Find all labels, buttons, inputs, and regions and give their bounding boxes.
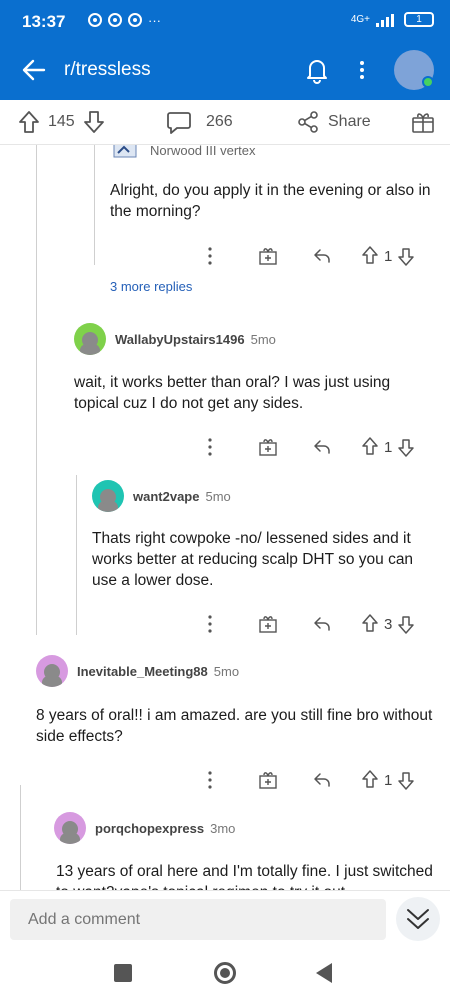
comment-bubble-icon	[167, 112, 191, 134]
upvote-icon[interactable]	[18, 110, 40, 134]
reply-icon[interactable]	[312, 613, 332, 635]
subreddit-title[interactable]: r/tressless	[64, 59, 151, 81]
flair-icon	[113, 145, 137, 158]
comment-header: want2vape 5mo	[92, 480, 231, 512]
comments-button[interactable]: 266	[166, 110, 233, 134]
thread-line	[36, 145, 37, 635]
thread-line	[20, 785, 21, 890]
award-icon[interactable]	[258, 245, 278, 267]
reply-icon[interactable]	[312, 769, 332, 791]
post-vote-group: 145	[18, 110, 105, 134]
comment-actions: 3	[200, 613, 416, 635]
vote-count: 1	[384, 771, 393, 789]
vote-count: 1	[384, 247, 393, 265]
thread-line	[76, 475, 77, 635]
user-avatar-icon[interactable]	[92, 480, 124, 512]
user-avatar[interactable]	[392, 46, 436, 90]
notification-icons: ···	[88, 13, 161, 28]
kebab-icon[interactable]	[200, 769, 220, 791]
post-upvote-count: 145	[48, 113, 75, 130]
collapse-thread-button[interactable]	[396, 897, 440, 941]
vote-count: 3	[384, 615, 393, 633]
share-button[interactable]: Share	[296, 110, 371, 134]
comment-body: 8 years of oral!! i am amazed. are you s…	[36, 707, 433, 745]
comment-age: 3mo	[210, 820, 236, 836]
reply-icon[interactable]	[312, 245, 332, 267]
reply-icon[interactable]	[312, 436, 332, 458]
more-replies-link[interactable]: 3 more replies	[110, 279, 192, 294]
user-avatar-icon[interactable]	[54, 812, 86, 844]
downvote-icon[interactable]	[83, 110, 105, 134]
system-nav-bar	[0, 946, 450, 1000]
comment-header: WallabyUpstairs1496 5mo	[74, 323, 276, 355]
comment-header: Inevitable_Meeting88 5mo	[36, 655, 239, 687]
user-avatar-icon[interactable]	[36, 655, 68, 687]
back-arrow-icon[interactable]	[18, 54, 50, 86]
status-time: 13:37	[22, 12, 66, 31]
comment-age: 5mo	[250, 331, 276, 347]
user-flair: Norwood III vertex	[150, 145, 256, 158]
downvote-icon[interactable]	[396, 245, 416, 267]
app-bar: r/tressless	[0, 44, 450, 100]
comment-actions: 1	[200, 245, 416, 267]
bell-icon[interactable]	[302, 54, 332, 86]
kebab-icon[interactable]	[200, 613, 220, 635]
upvote-icon[interactable]	[360, 613, 380, 635]
nav-back-icon[interactable]	[316, 963, 332, 983]
comment-username[interactable]: porqchopexpress	[95, 821, 204, 836]
award-icon[interactable]	[258, 436, 278, 458]
system-indicators: 4G+ 1	[351, 12, 434, 27]
signal-icon	[376, 13, 394, 27]
app-notification-icon	[108, 13, 122, 27]
app-notification-icon	[88, 13, 102, 27]
upvote-icon[interactable]	[360, 769, 380, 791]
comment-actions: 1	[200, 769, 416, 791]
kebab-icon[interactable]	[200, 245, 220, 267]
app-notification-icon	[128, 13, 142, 27]
share-icon	[298, 111, 318, 133]
award-icon[interactable]	[258, 613, 278, 635]
upvote-icon[interactable]	[360, 436, 380, 458]
kebab-icon[interactable]	[200, 436, 220, 458]
more-notifications-icon: ···	[148, 13, 161, 28]
comment-body: 13 years of oral here and I'm totally fi…	[56, 863, 433, 890]
comment-body: Alright, do you apply it in the evening …	[110, 182, 431, 220]
vote-count: 1	[384, 438, 393, 456]
comment-body: Thats right cowpoke -no/ lessened sides …	[92, 530, 414, 589]
comment-count: 266	[206, 113, 233, 130]
comment-header: porqchopexpress 3mo	[54, 812, 235, 844]
thread-line	[94, 145, 95, 265]
comment-age: 5mo	[205, 488, 231, 504]
comment-body: wait, it works better than oral? I was j…	[74, 374, 391, 412]
online-status-icon	[422, 76, 434, 88]
comment-username[interactable]: Inevitable_Meeting88	[77, 664, 208, 679]
comment-actions: 1	[200, 436, 416, 458]
award-icon[interactable]	[411, 110, 435, 134]
status-bar: 13:37 ··· 4G+ 1	[0, 0, 450, 44]
comment-header: Norwood III vertex	[112, 145, 256, 159]
comment-input[interactable]	[10, 899, 386, 940]
user-avatar-icon[interactable]	[74, 323, 106, 355]
upvote-icon[interactable]	[360, 245, 380, 267]
downvote-icon[interactable]	[396, 613, 416, 635]
comment-bar	[0, 890, 450, 946]
battery-icon: 1	[404, 12, 434, 27]
home-icon[interactable]	[214, 962, 236, 984]
comment-username[interactable]: want2vape	[133, 489, 199, 504]
comment-age: 5mo	[213, 663, 240, 679]
network-type: 4G+	[350, 14, 370, 25]
award-icon[interactable]	[258, 769, 278, 791]
comment-username[interactable]: WallabyUpstairs1496	[115, 332, 245, 347]
comment-thread: Norwood III vertex Alright, do you apply…	[0, 145, 450, 890]
post-action-bar: 145 266 Share	[0, 100, 450, 145]
kebab-icon[interactable]	[352, 54, 372, 86]
recents-icon[interactable]	[114, 964, 132, 982]
chevron-double-down-icon	[407, 909, 429, 929]
downvote-icon[interactable]	[396, 436, 416, 458]
share-label: Share	[328, 113, 371, 130]
downvote-icon[interactable]	[396, 769, 416, 791]
